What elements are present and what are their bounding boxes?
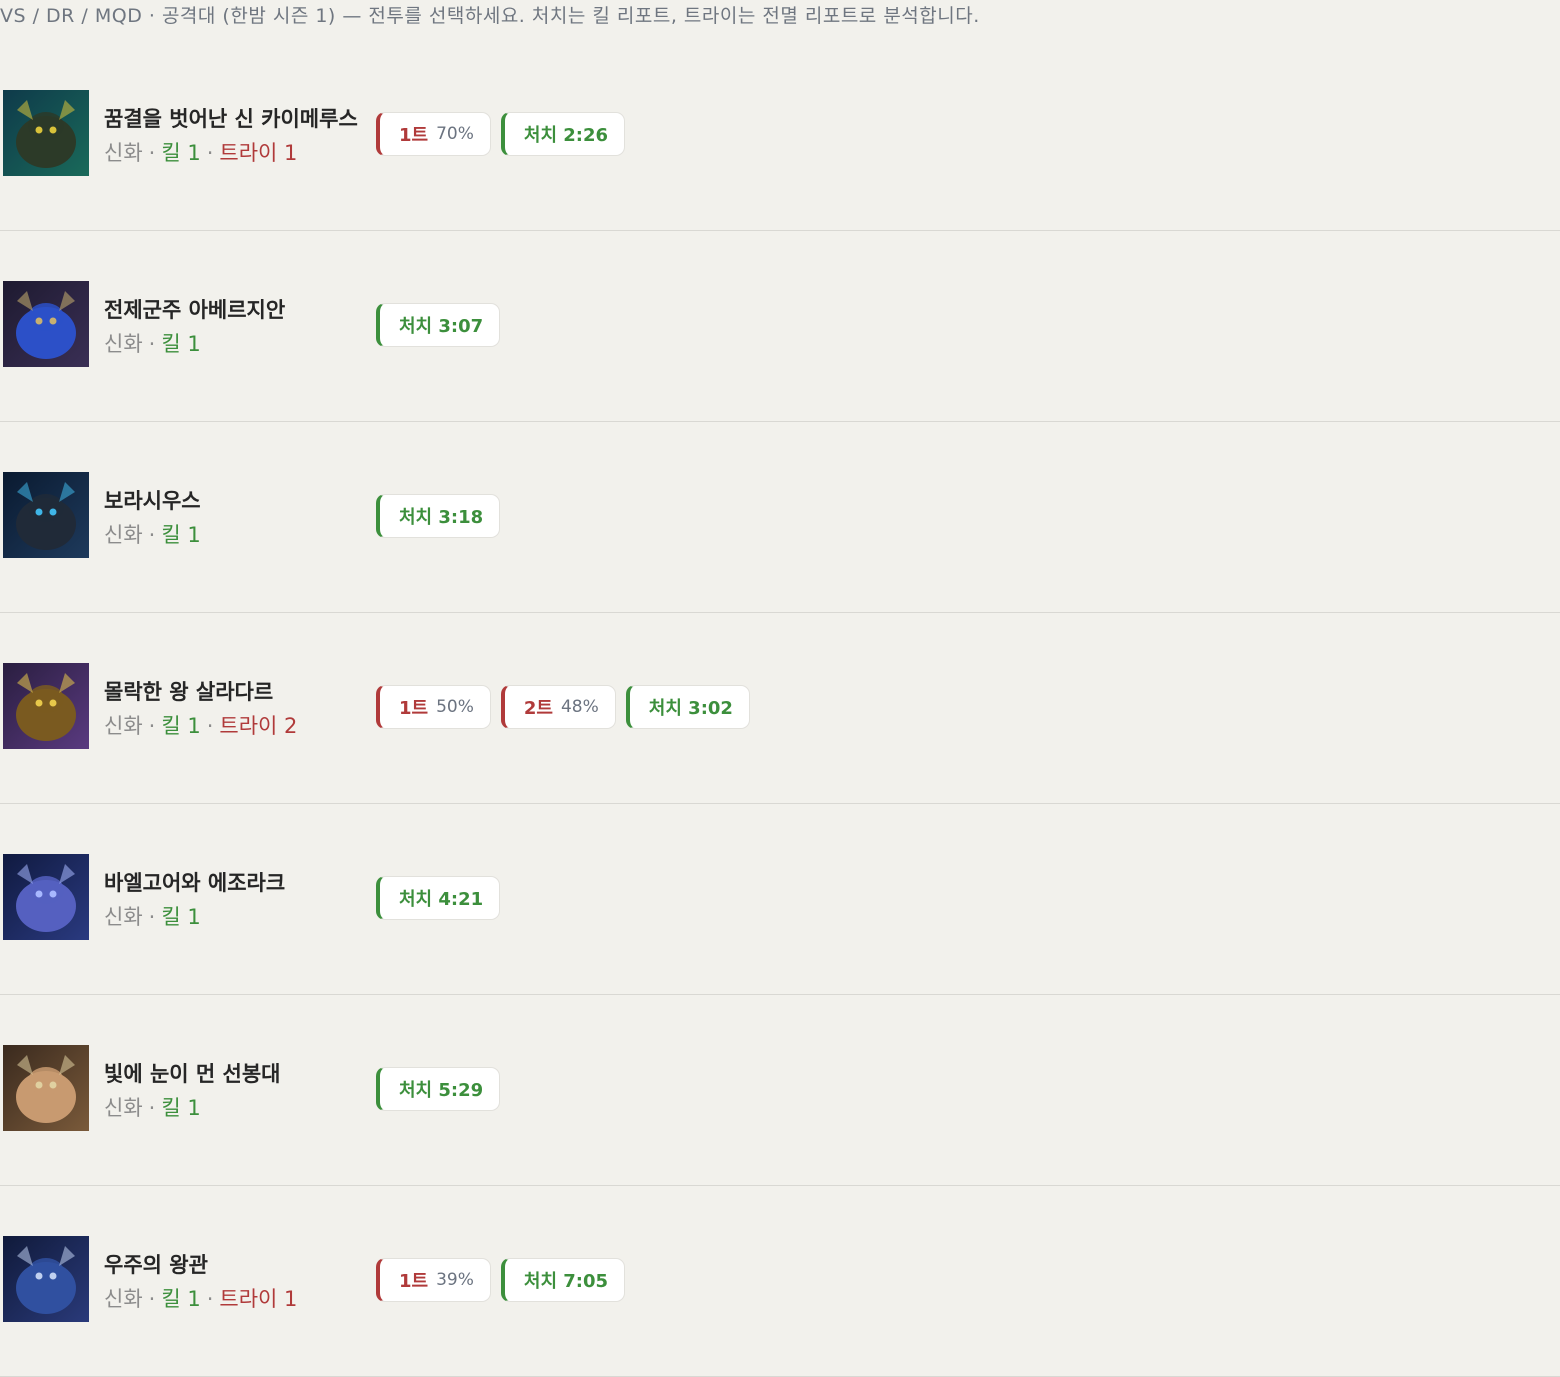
difficulty-label: 신화 [104, 714, 143, 738]
kill-time-label: 처치 4:21 [399, 889, 484, 910]
report-badges: 처치 5:29 [376, 1067, 501, 1111]
difficulty-label: 신화 [104, 141, 143, 165]
encounter-row[interactable]: 전제군주 아베르지안신화 · 킬 1 처치 3:07 [0, 231, 1560, 422]
meta-separator: · [206, 141, 214, 165]
meta-separator: · [148, 1287, 156, 1311]
encounter-row[interactable]: 보라시우스신화 · 킬 1 처치 3:18 [0, 422, 1560, 613]
kill-report-button[interactable]: 처치 2:26 [500, 112, 626, 156]
kill-report-button[interactable]: 처치 3:07 [376, 303, 501, 347]
meta-separator: · [206, 1287, 214, 1311]
kill-count: 킬 1 [161, 905, 201, 929]
encounter-name: 빛에 눈이 먼 선봉대 [104, 1062, 281, 1086]
try-label: 1트 [399, 125, 429, 146]
kill-count: 킬 1 [161, 523, 201, 547]
report-badges: 1트 70% 처치 2:26 [376, 112, 626, 156]
report-badges: 처치 3:07 [376, 303, 501, 347]
wipe-report-button[interactable]: 1트 39% [376, 1258, 491, 1302]
boss-portrait-salhadaar-icon [3, 663, 89, 749]
try-count: 트라이 2 [219, 714, 298, 738]
try-count: 트라이 1 [219, 1287, 298, 1311]
encounter-name: 몰락한 왕 살라다르 [104, 680, 274, 704]
difficulty-label: 신화 [104, 905, 143, 929]
meta-separator: · [148, 714, 156, 738]
boss-portrait-chimaerus-icon [3, 90, 89, 176]
encounter-name: 전제군주 아베르지안 [104, 298, 286, 322]
wipe-report-button[interactable]: 1트 50% [376, 685, 491, 729]
encounter-meta: 신화 · 킬 1 [104, 1092, 201, 1122]
encounter-row[interactable]: 빛에 눈이 먼 선봉대신화 · 킬 1 처치 5:29 [0, 995, 1560, 1186]
try-label: 1트 [399, 1271, 429, 1292]
try-label: 2트 [523, 698, 553, 719]
try-count: 트라이 1 [219, 141, 298, 165]
try-boss-health: 39% [436, 1270, 474, 1290]
try-boss-health: 48% [560, 697, 599, 717]
try-boss-health: 70% [436, 124, 474, 144]
encounter-meta: 신화 · 킬 1 [104, 328, 201, 358]
kill-time-label: 처치 7:05 [523, 1271, 609, 1292]
meta-separator: · [148, 141, 156, 165]
kill-count: 킬 1 [161, 141, 201, 165]
encounter-row[interactable]: 우주의 왕관 신화 · 킬 1 · 트라이 1 1트 39% 처치 7:05 [0, 1186, 1560, 1377]
difficulty-label: 신화 [104, 1096, 143, 1120]
kill-time-label: 처치 5:29 [399, 1080, 484, 1101]
boss-portrait-crown-icon [3, 1236, 89, 1322]
encounter-meta: 신화 · 킬 1 · 트라이 1 [104, 137, 297, 167]
encounter-name: 바엘고어와 에조라크 [104, 871, 286, 895]
report-badges: 1트 50% 2트 48% 처치 3:02 [376, 685, 750, 729]
try-boss-health: 50% [436, 697, 474, 717]
difficulty-label: 신화 [104, 523, 143, 547]
kill-time-label: 처치 3:18 [399, 507, 484, 528]
kill-count: 킬 1 [161, 714, 201, 738]
meta-separator: · [148, 905, 156, 929]
kill-report-button[interactable]: 처치 4:21 [376, 876, 501, 920]
wipe-report-button[interactable]: 2트 48% [500, 685, 616, 729]
meta-separator: · [148, 332, 156, 356]
report-badges: 1트 39% 처치 7:05 [376, 1258, 626, 1302]
kill-count: 킬 1 [161, 1287, 201, 1311]
encounter-name: 우주의 왕관 [104, 1253, 208, 1277]
kill-report-button[interactable]: 처치 5:29 [376, 1067, 501, 1111]
kill-count: 킬 1 [161, 332, 201, 356]
boss-portrait-vorasius-icon [3, 472, 89, 558]
encounter-name: 꿈결을 벗어난 신 카이메루스 [104, 107, 358, 131]
kill-report-button[interactable]: 처치 7:05 [500, 1258, 626, 1302]
encounter-meta: 신화 · 킬 1 · 트라이 2 [104, 710, 297, 740]
boss-portrait-averzian-icon [3, 281, 89, 367]
report-badges: 처치 4:21 [376, 876, 501, 920]
kill-time-label: 처치 2:26 [523, 125, 609, 146]
encounter-meta: 신화 · 킬 1 [104, 519, 201, 549]
kill-report-button[interactable]: 처치 3:18 [376, 494, 501, 538]
kill-report-button[interactable]: 처치 3:02 [625, 685, 750, 729]
encounter-list: 꿈결을 벗어난 신 카이메루스 신화 · 킬 1 · 트라이 1 1트 70% 처치 2:26 전… [0, 40, 1560, 1377]
report-badges: 처치 3:18 [376, 494, 501, 538]
wipe-report-button[interactable]: 1트 70% [376, 112, 491, 156]
encounter-row[interactable]: 바엘고어와 에조라크신화 · 킬 1 처치 4:21 [0, 804, 1560, 995]
difficulty-label: 신화 [104, 1287, 143, 1311]
breadcrumb: VS / DR / MQD · 공격대 (한밤 시즌 1) — 전투를 선택하세… [0, 5, 980, 27]
encounter-meta: 신화 · 킬 1 [104, 901, 201, 931]
encounter-name: 보라시우스 [104, 489, 201, 513]
encounter-meta: 신화 · 킬 1 · 트라이 1 [104, 1283, 297, 1313]
meta-separator: · [148, 523, 156, 547]
boss-portrait-vaelgor-ezzorak-icon [3, 854, 89, 940]
meta-separator: · [148, 1096, 156, 1120]
encounter-row[interactable]: 몰락한 왕 살라다르 신화 · 킬 1 · 트라이 2 1트 50% 2트 48% 처치 3:02 [0, 613, 1560, 804]
meta-separator: · [206, 714, 214, 738]
kill-time-label: 처치 3:02 [648, 698, 733, 719]
boss-portrait-vanguard-icon [3, 1045, 89, 1131]
try-label: 1트 [399, 698, 429, 719]
difficulty-label: 신화 [104, 332, 143, 356]
kill-time-label: 처치 3:07 [399, 316, 484, 337]
encounter-row[interactable]: 꿈결을 벗어난 신 카이메루스 신화 · 킬 1 · 트라이 1 1트 70% 처치 2:26 [0, 40, 1560, 231]
kill-count: 킬 1 [161, 1096, 201, 1120]
